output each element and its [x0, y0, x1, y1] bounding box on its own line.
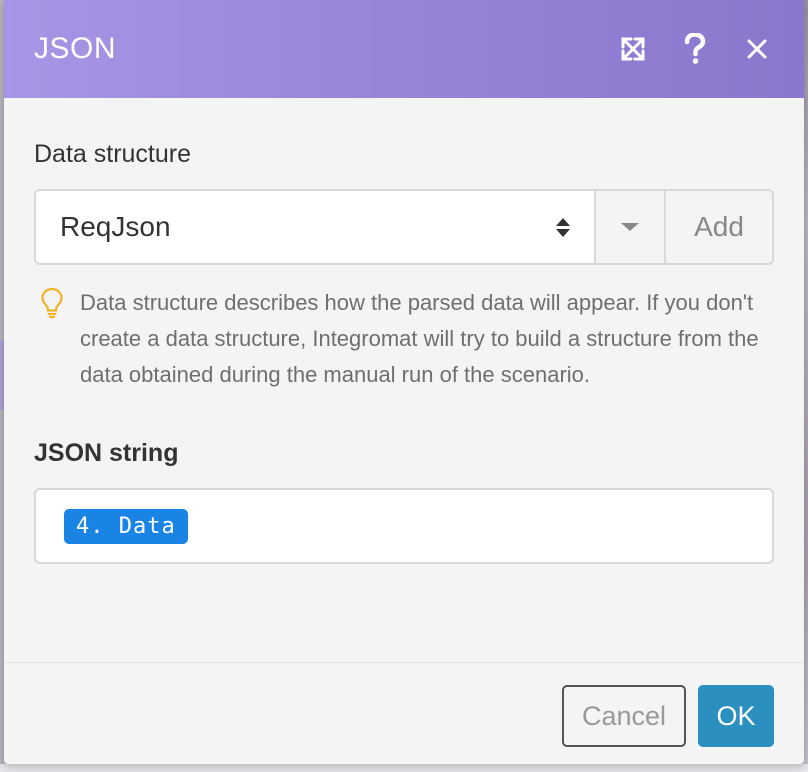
- mapped-token-pill[interactable]: 4. Data: [64, 508, 188, 544]
- json-module-dialog: JSON Data structure ReqJson Add Data str…: [4, 0, 804, 764]
- dropdown-button[interactable]: [594, 191, 664, 263]
- help-icon[interactable]: [678, 32, 712, 66]
- hint-text: Data structure describes how the parsed …: [80, 290, 759, 387]
- data-structure-value: ReqJson: [60, 211, 171, 242]
- lightbulb-icon: [40, 285, 74, 393]
- dialog-footer: Cancel OK: [4, 662, 804, 764]
- json-string-label: JSON string: [34, 439, 179, 467]
- json-string-field[interactable]: 4. Data: [34, 488, 774, 564]
- data-structure-hint: Data structure describes how the parsed …: [34, 285, 774, 393]
- add-data-structure-button[interactable]: Add: [664, 191, 772, 263]
- dialog-title: JSON: [34, 32, 117, 65]
- sort-arrows-icon: [556, 217, 570, 237]
- cancel-button[interactable]: Cancel: [562, 685, 686, 747]
- caret-down-icon: [621, 223, 639, 231]
- data-structure-select[interactable]: ReqJson: [36, 191, 594, 263]
- expand-icon[interactable]: [616, 32, 650, 66]
- json-string-section: JSON string 4. Data: [34, 439, 774, 564]
- ok-button[interactable]: OK: [698, 685, 774, 747]
- close-icon[interactable]: [740, 32, 774, 66]
- data-structure-select-group: ReqJson Add: [34, 189, 774, 265]
- dialog-header: JSON: [4, 0, 804, 98]
- dialog-body: Data structure ReqJson Add Data structur…: [4, 98, 804, 564]
- data-structure-label: Data structure: [34, 140, 192, 168]
- background-canvas-bottom: [0, 764, 808, 772]
